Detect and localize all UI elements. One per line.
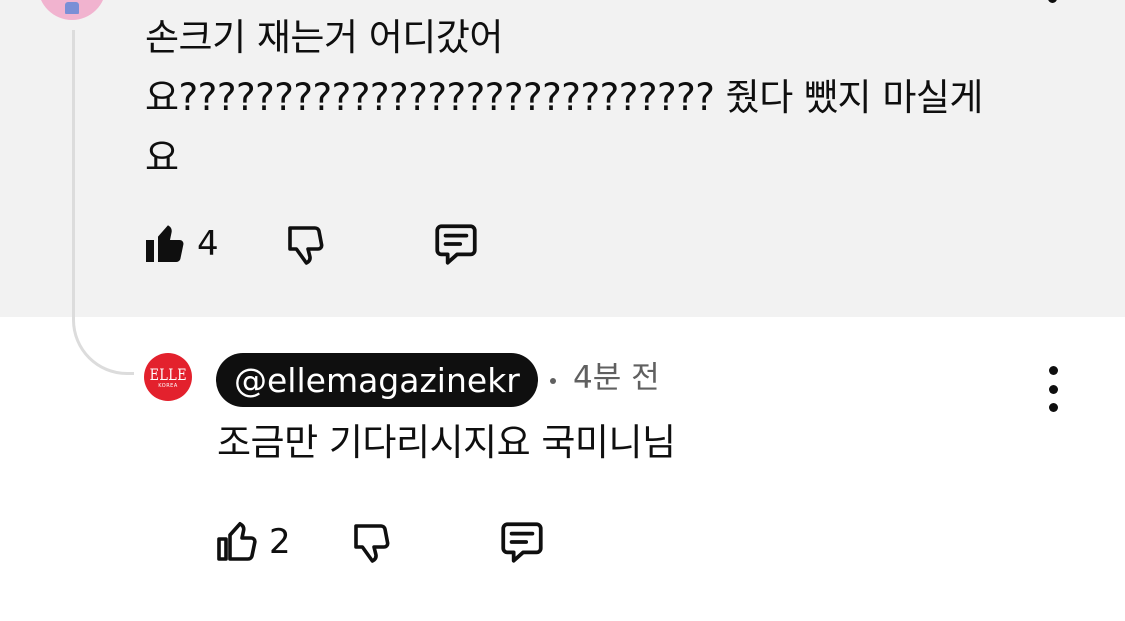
thumbs-down-icon [354, 524, 390, 563]
comment-timestamp: 4분 전 [573, 360, 660, 396]
reply-button[interactable] [431, 219, 481, 269]
elle-logo: ELLE [149, 365, 187, 384]
dislike-button[interactable] [281, 219, 331, 269]
author-avatar[interactable]: ELLE KOREA [144, 353, 192, 401]
more-vertical-icon [1048, 366, 1058, 375]
more-options-button[interactable] [1033, 366, 1073, 412]
reply-actions: 2 [213, 514, 547, 570]
dislike-button[interactable] [347, 517, 397, 567]
thread-connector [72, 30, 134, 375]
comment-actions: 4 [141, 216, 481, 272]
reply-text: 조금만 기다리시지요 국미니님 [217, 421, 676, 464]
more-vertical-icon [1048, 403, 1058, 412]
highlighted-comment: 손크기 재는거 어디갔어 요??????????????????????????… [0, 0, 1125, 317]
comment-icon [435, 224, 477, 265]
thumbs-up-filled-icon [146, 225, 184, 262]
thumbs-down-icon [288, 226, 324, 265]
author-name-badge[interactable]: @ellemagazinekr [216, 353, 538, 407]
thumbs-up-outline-icon [217, 522, 257, 561]
more-vertical-icon [1048, 384, 1058, 394]
reply-button[interactable] [497, 517, 547, 567]
comment-thread: 손크기 재는거 어디갔어 요??????????????????????????… [0, 0, 1125, 621]
more-vertical-icon[interactable] [1048, 0, 1057, 3]
avatar-figure [65, 2, 79, 14]
separator-dot [550, 378, 556, 384]
like-count: 2 [269, 522, 291, 562]
like-button[interactable] [213, 517, 263, 567]
comment-text: 손크기 재는거 어디갔어 요??????????????????????????… [145, 16, 983, 179]
commenter-avatar[interactable] [38, 0, 106, 20]
like-button[interactable] [141, 219, 191, 269]
like-count: 4 [197, 224, 219, 264]
comment-icon [501, 522, 543, 563]
